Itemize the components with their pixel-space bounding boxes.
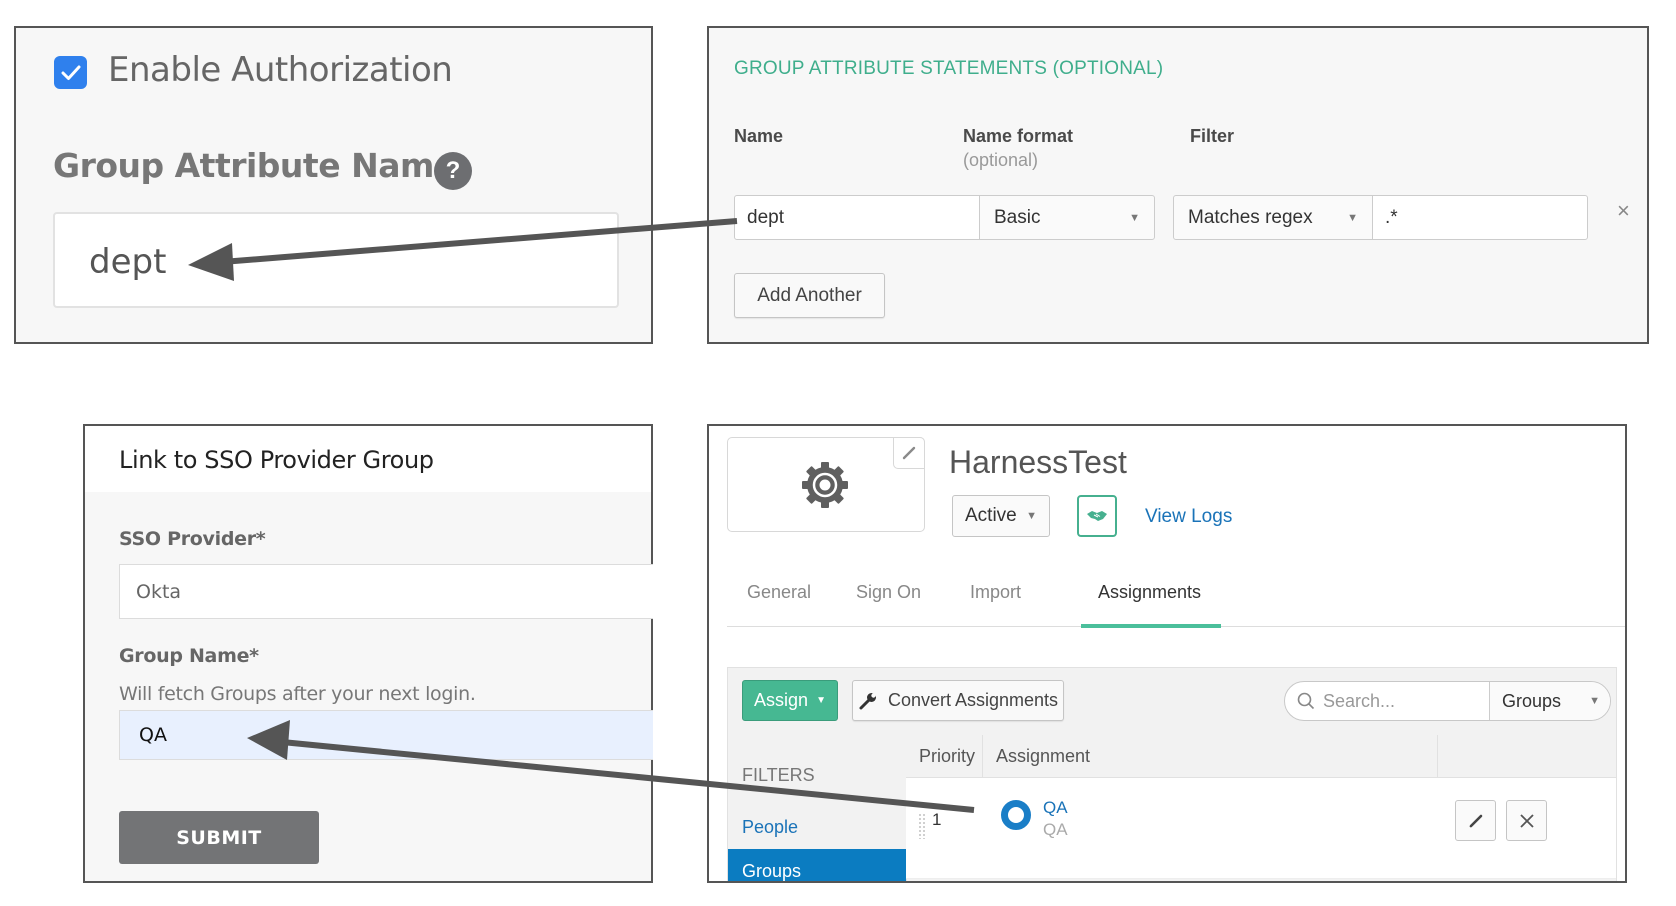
checkmark-icon [61, 65, 80, 80]
gear-icon [802, 462, 848, 508]
add-another-button[interactable]: Add Another [734, 273, 885, 318]
pencil-icon [1469, 814, 1482, 827]
attribute-name-input[interactable]: dept [734, 195, 980, 240]
submit-button[interactable]: SUBMIT [119, 811, 319, 864]
section-title: GROUP ATTRIBUTE STATEMENTS (OPTIONAL) [734, 58, 1164, 79]
enable-authorization-label: Enable Authorization [108, 50, 453, 90]
filter-type-select[interactable]: Matches regex ▼ [1173, 195, 1373, 240]
tab-general[interactable]: General [747, 582, 811, 603]
view-logs-link[interactable]: View Logs [1145, 506, 1232, 528]
table-row: 1 QA QA [906, 778, 1616, 879]
authorization-panel: Enable Authorization Group Attribute Nam… [14, 26, 653, 344]
convert-assignments-button[interactable]: Convert Assignments [852, 680, 1064, 721]
filters-sidebar: FILTERS People Groups [728, 735, 907, 881]
tab-import[interactable]: Import [970, 582, 1021, 603]
column-header-name-format-sub: (optional) [963, 150, 1039, 170]
filter-groups[interactable]: Groups [728, 849, 906, 881]
filters-label: FILTERS [742, 765, 815, 785]
priority-value: 1 [932, 810, 942, 829]
column-header-priority: Priority [906, 735, 983, 777]
active-tab-indicator [1081, 624, 1221, 628]
sso-provider-field[interactable]: Okta [119, 564, 653, 619]
wrench-icon [859, 692, 876, 709]
search-placeholder: Search... [1323, 690, 1396, 711]
sso-link-panel: Link to SSO Provider Group SSO Provider*… [83, 424, 653, 883]
group-icon [1001, 800, 1031, 830]
status-select[interactable]: Active ▼ [952, 495, 1050, 537]
search-input[interactable]: Search... [1285, 682, 1489, 720]
group-attribute-statements-panel: GROUP ATTRIBUTE STATEMENTS (OPTIONAL) Na… [707, 26, 1649, 344]
assign-button[interactable]: Assign ▼ [742, 680, 838, 721]
okta-app-panel: HarnessTest Active ▼ View Logs General S… [707, 424, 1627, 883]
chevron-down-icon: ▼ [1129, 211, 1140, 224]
handshake-button[interactable] [1077, 495, 1117, 537]
column-header-name: Name [734, 126, 784, 146]
search-scope-select[interactable]: Groups ▼ [1489, 682, 1610, 720]
sso-provider-label: SSO Provider* [119, 528, 266, 550]
filter-value-input[interactable]: .* [1372, 195, 1588, 240]
column-header-name-format: Name format [963, 126, 1074, 146]
chevron-down-icon: ▼ [816, 695, 826, 706]
name-format-value: Basic [994, 206, 1041, 228]
convert-label: Convert Assignments [887, 690, 1059, 710]
enable-authorization-checkbox[interactable] [54, 56, 87, 89]
group-attribute-name-input[interactable]: dept [53, 212, 619, 308]
chevron-down-icon: ▼ [1589, 695, 1600, 707]
filter-people[interactable]: People [728, 805, 906, 849]
group-attribute-name-label: Group Attribute Name [53, 146, 456, 185]
drag-handle[interactable] [918, 813, 926, 839]
assignment-description: QA [1043, 820, 1068, 839]
remove-row-icon[interactable]: × [1617, 198, 1630, 224]
search-box: Search... Groups ▼ [1284, 681, 1611, 721]
group-name-input[interactable]: QA [119, 710, 653, 760]
close-icon [1519, 813, 1534, 828]
edit-logo-button[interactable] [893, 437, 925, 469]
column-header-assignment: Assignment [983, 735, 1438, 777]
remove-assignment-button[interactable] [1506, 800, 1547, 841]
chevron-down-icon: ▼ [1026, 510, 1037, 522]
search-scope-value: Groups [1502, 690, 1562, 711]
name-format-select[interactable]: Basic ▼ [979, 195, 1155, 240]
pencil-icon [902, 446, 916, 460]
panel-title: Link to SSO Provider Group [119, 446, 434, 474]
app-title: HarnessTest [949, 444, 1127, 480]
group-name-label: Group Name* [119, 645, 259, 667]
tab-assignments[interactable]: Assignments [1098, 582, 1201, 603]
handshake-icon [1087, 511, 1107, 521]
search-icon [1297, 692, 1315, 710]
panel-header: Link to SSO Provider Group [85, 426, 651, 492]
chevron-down-icon: ▼ [1347, 211, 1358, 224]
status-value: Active [965, 505, 1017, 526]
help-icon[interactable]: ? [434, 152, 472, 190]
table-header: Priority Assignment [906, 735, 1616, 778]
column-header-filter: Filter [1190, 126, 1235, 146]
filter-type-value: Matches regex [1188, 206, 1313, 228]
edit-assignment-button[interactable] [1455, 800, 1496, 841]
group-name-hint: Will fetch Groups after your next login. [119, 683, 476, 705]
assignments-grid: Assign ▼ Convert Assignments Search... G… [727, 667, 1617, 881]
tab-sign-on[interactable]: Sign On [856, 582, 921, 603]
assign-label: Assign [754, 690, 809, 710]
assignment-name-link[interactable]: QA [1043, 798, 1068, 818]
app-logo [727, 437, 925, 532]
